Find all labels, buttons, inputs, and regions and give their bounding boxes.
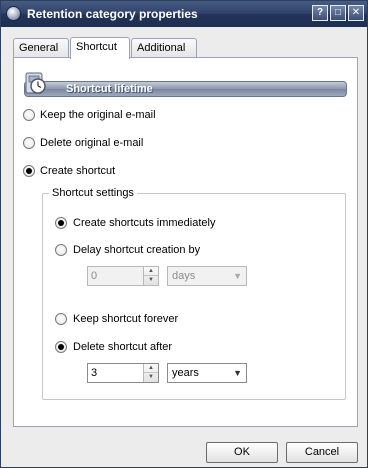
keep-forever-radio[interactable] (55, 313, 67, 325)
delay-unit-select[interactable]: days ▼ (167, 266, 247, 286)
keep-original-label: Keep the original e-mail (40, 109, 156, 121)
delete-original-label: Delete original e-mail (40, 137, 144, 149)
tab-shortcut[interactable]: Shortcut (70, 37, 130, 59)
title-bar[interactable]: Retention category properties ? □ ✕ (1, 1, 367, 27)
section-title: Shortcut lifetime (66, 83, 153, 95)
keep-original-radio[interactable] (23, 109, 35, 121)
delete-after-unit-select[interactable]: years ▼ (167, 363, 247, 383)
delete-after-spin-buttons: ▲ ▼ (143, 364, 158, 382)
spin-up-icon[interactable]: ▲ (144, 267, 158, 276)
cancel-button[interactable]: Cancel (286, 442, 358, 463)
help-button[interactable]: ? (312, 5, 328, 21)
delay-creation-label: Delay shortcut creation by (73, 244, 201, 256)
spin-up-icon[interactable]: ▲ (144, 364, 158, 373)
delete-after-radio[interactable] (55, 341, 67, 353)
delete-after-unit-value: years (172, 367, 199, 379)
delete-after-label: Delete shortcut after (73, 341, 173, 353)
close-button[interactable]: ✕ (348, 5, 364, 21)
dialog-window: Retention category properties ? □ ✕ Gene… (0, 0, 368, 468)
shortcut-settings-group: Shortcut settings Create shortcuts immed… (42, 187, 346, 400)
delete-after-value-stepper[interactable]: 3 ▲ ▼ (87, 363, 159, 383)
chevron-down-icon: ▼ (233, 368, 242, 378)
delay-unit-value: days (172, 270, 196, 282)
maximize-button[interactable]: □ (330, 5, 346, 21)
create-immediately-radio[interactable] (55, 217, 67, 229)
ok-button[interactable]: OK (206, 442, 278, 463)
create-shortcut-label: Create shortcut (40, 165, 116, 177)
delete-original-radio[interactable] (23, 137, 35, 149)
shortcut-lifetime-icon (25, 72, 46, 94)
delay-creation-radio[interactable] (55, 244, 67, 256)
tab-general[interactable]: General (13, 38, 69, 58)
delete-after-value: 3 (91, 367, 98, 379)
delay-value: 0 (91, 270, 98, 282)
shortcut-settings-legend: Shortcut settings (49, 187, 137, 199)
spin-down-icon[interactable]: ▼ (144, 373, 158, 382)
create-immediately-label: Create shortcuts immediately (73, 217, 216, 229)
create-shortcut-radio[interactable] (23, 165, 35, 177)
spin-down-icon[interactable]: ▼ (144, 276, 158, 285)
window-title: Retention category properties (27, 7, 198, 21)
delay-value-stepper[interactable]: 0 ▲ ▼ (87, 266, 159, 286)
app-icon (6, 6, 21, 21)
chevron-down-icon: ▼ (233, 271, 242, 281)
keep-forever-label: Keep shortcut forever (73, 313, 179, 325)
tab-panel: Shortcut lifetime Keep the original e-ma… (13, 57, 358, 427)
section-header: Shortcut lifetime (24, 81, 347, 97)
delay-spin-buttons: ▲ ▼ (143, 267, 158, 285)
tab-additional[interactable]: Additional (131, 38, 197, 58)
